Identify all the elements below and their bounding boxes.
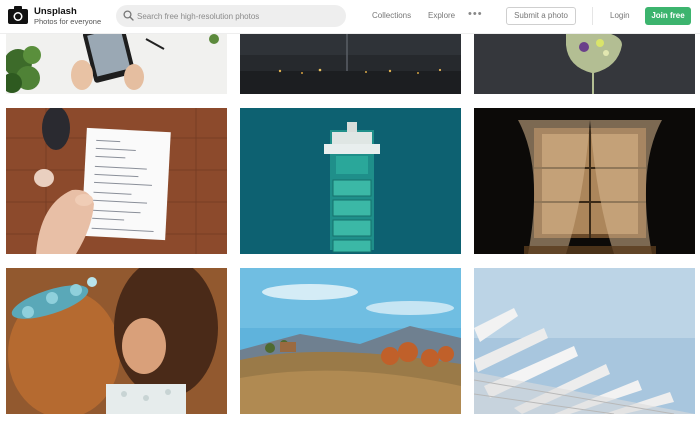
join-free-button[interactable]: Join free <box>645 7 691 25</box>
search-bar[interactable] <box>116 5 346 27</box>
photo-tablet-desk <box>6 33 227 94</box>
photo-curtain-window <box>474 108 695 254</box>
photo-hillside-landscape <box>240 268 461 414</box>
photo-tile[interactable] <box>6 108 227 254</box>
photo-tile[interactable] <box>474 268 695 414</box>
photo-tile[interactable] <box>6 268 227 414</box>
photo-night-city <box>240 33 461 94</box>
photo-tile[interactable] <box>240 33 461 94</box>
photo-handwritten-note <box>6 108 227 254</box>
brand-name: Unsplash <box>34 6 77 17</box>
nav-divider <box>592 7 593 25</box>
photo-couple-flower-crown <box>6 268 227 414</box>
login-link[interactable]: Login <box>610 11 630 20</box>
photo-tile[interactable] <box>240 108 461 254</box>
photo-white-architecture <box>474 268 695 414</box>
photo-tile[interactable] <box>474 108 695 254</box>
nav-explore-link[interactable]: Explore <box>428 11 455 20</box>
more-menu-icon[interactable]: ••• <box>468 8 483 20</box>
photo-aerial-ship <box>240 108 461 254</box>
submit-photo-button[interactable]: Submit a photo <box>506 7 576 25</box>
photo-tile[interactable] <box>6 33 227 94</box>
nav-collections-link[interactable]: Collections <box>372 11 411 20</box>
photo-tile[interactable] <box>240 268 461 414</box>
camera-icon <box>8 6 28 24</box>
search-input[interactable] <box>137 8 337 24</box>
brand-tagline: Photos for everyone <box>34 17 102 26</box>
top-nav-bar: Unsplash Photos for everyone Collections… <box>0 0 700 34</box>
photo-tile[interactable] <box>474 33 695 94</box>
photo-wine-glass <box>474 33 695 94</box>
unsplash-logo[interactable]: Unsplash Photos for everyone <box>8 6 108 28</box>
search-icon <box>123 10 134 21</box>
